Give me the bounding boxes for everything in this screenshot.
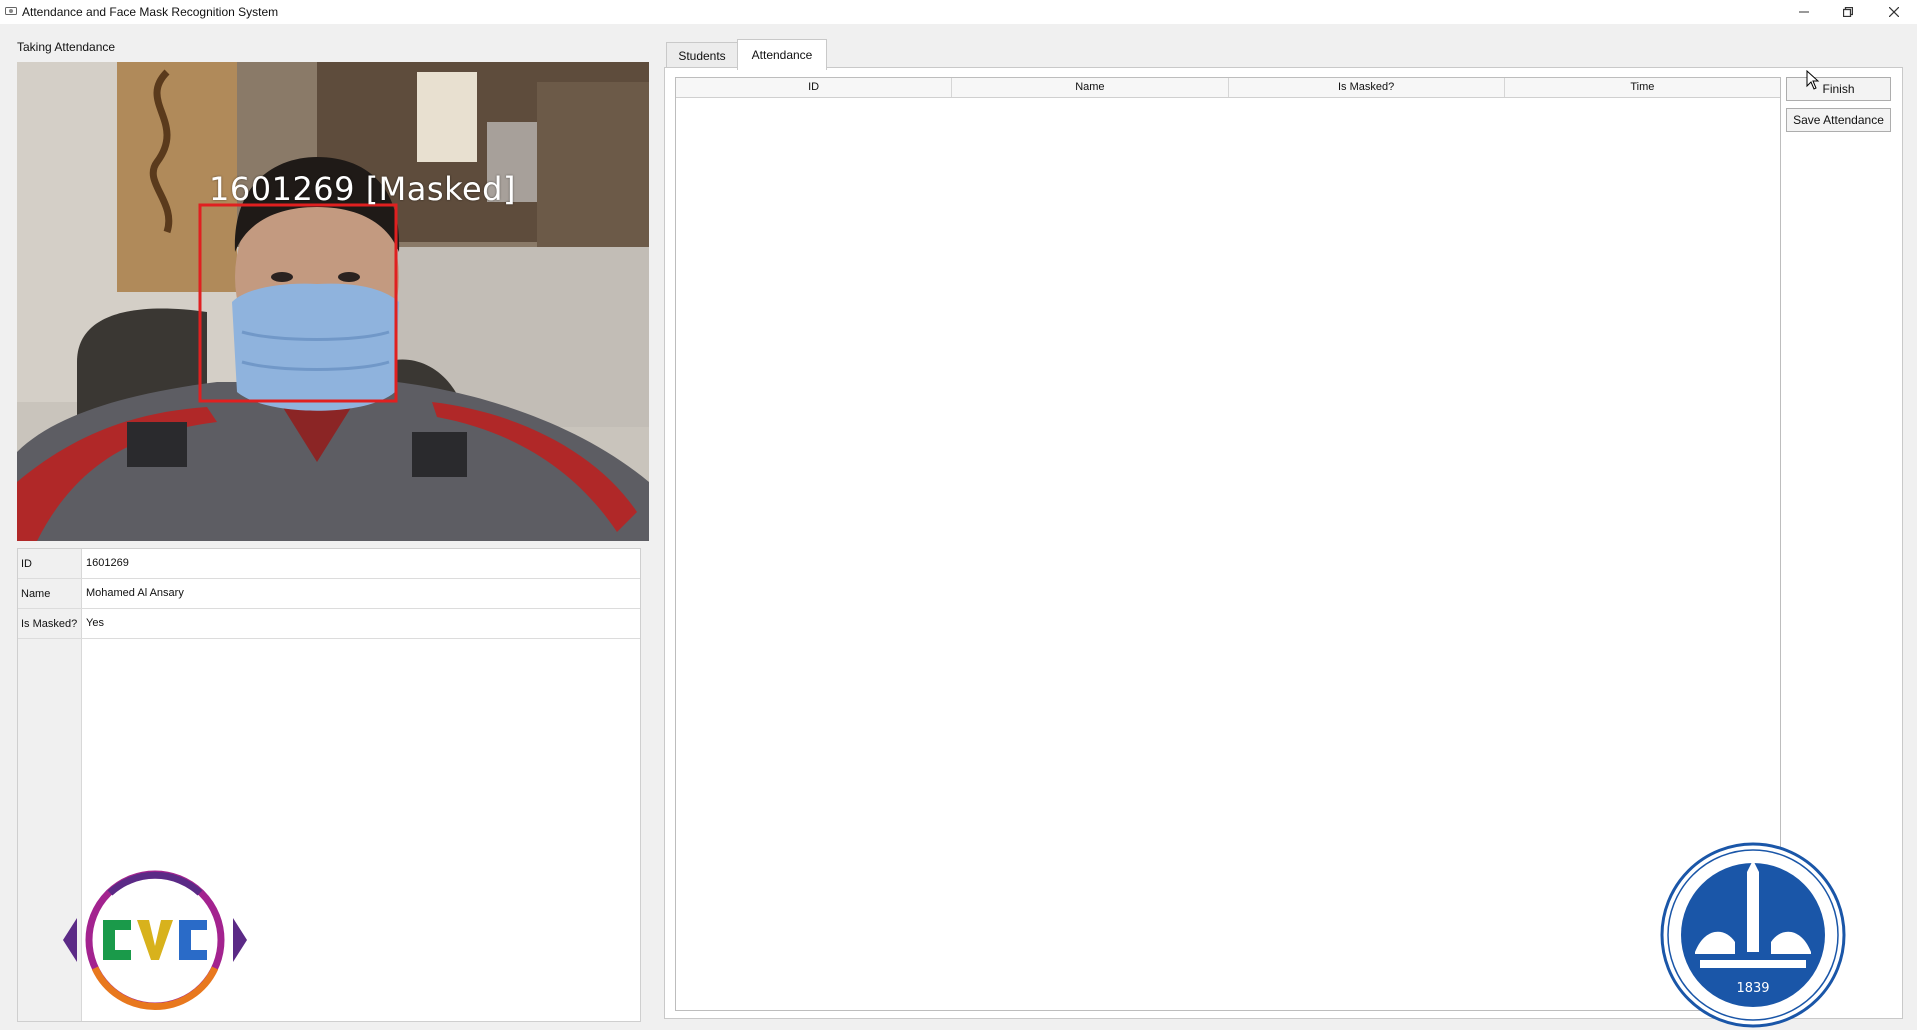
close-icon [1889,7,1899,17]
info-value: 1601269 [86,557,129,569]
info-key: Name [21,588,51,600]
info-row-name[interactable]: Name Mohamed Al Ansary [18,579,640,609]
group-label-taking-attendance: Taking Attendance [17,40,116,54]
finish-button[interactable]: Finish [1786,77,1891,101]
tab-attendance[interactable]: Attendance [737,39,827,70]
info-key: ID [21,558,32,570]
camera-frame [17,62,649,541]
info-row-is-masked[interactable]: Is Masked? Yes [18,609,640,639]
mouse-cursor-icon [1806,70,1820,90]
camera-feed: 1601269 [Masked] [17,62,649,541]
table-header: ID Name Is Masked? Time [676,78,1780,98]
window-title: Attendance and Face Mask Recognition Sys… [22,5,279,19]
minimize-icon [1799,11,1809,13]
cvc-logo [63,870,247,1010]
info-value: Yes [86,617,104,629]
minimize-button[interactable] [1781,0,1827,24]
detection-label: 1601269 [Masked] [209,170,516,208]
column-header-time[interactable]: Time [1505,78,1780,97]
restore-button[interactable] [1825,0,1871,24]
column-header-id[interactable]: ID [676,78,953,97]
info-row-id[interactable]: ID 1601269 [18,549,640,579]
tab-students[interactable]: Students [666,42,738,69]
column-header-name[interactable]: Name [952,78,1229,97]
title-bar: Attendance and Face Mask Recognition Sys… [0,0,1917,24]
restore-icon [1843,7,1853,17]
university-seal-logo: 1839 [1660,842,1846,1028]
close-button[interactable] [1871,0,1917,24]
save-attendance-button[interactable]: Save Attendance [1786,108,1891,132]
attendance-table[interactable]: ID Name Is Masked? Time [675,77,1781,1011]
seal-year: 1839 [1736,981,1769,996]
app-icon [5,7,17,15]
column-header-is-masked[interactable]: Is Masked? [1229,78,1505,97]
info-key: Is Masked? [21,618,78,630]
info-value: Mohamed Al Ansary [86,587,184,599]
